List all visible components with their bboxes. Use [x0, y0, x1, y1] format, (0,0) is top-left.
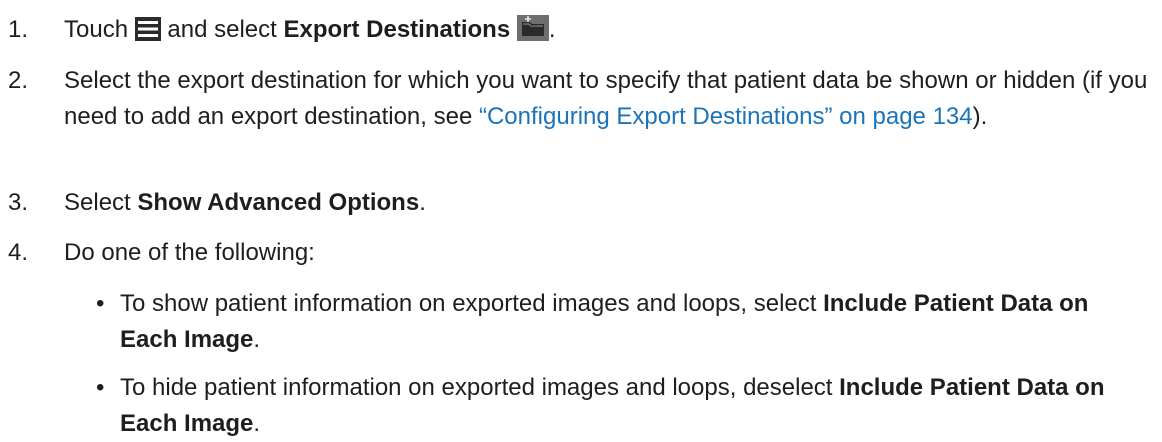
bullet-text: To hide patient information on exported …: [120, 374, 1105, 437]
step-number: 3.: [8, 189, 29, 216]
step-text: Touch and select Export Destinations .: [64, 12, 1149, 52]
bullet-text: To show patient information on exported …: [120, 290, 1089, 353]
bullet-symbol: •: [96, 374, 105, 401]
menu-icon: [134, 16, 161, 52]
step-number: 1.: [8, 16, 29, 43]
configuring-export-destinations-link[interactable]: “Configuring Export Destinations” on pag…: [479, 103, 973, 130]
bullet-symbol: •: [96, 290, 105, 317]
step-number: 2.: [8, 67, 29, 94]
step-number: 4.: [8, 239, 29, 266]
export-destinations-icon: [516, 15, 549, 52]
step-text: Do one of the following:: [64, 239, 315, 266]
step-text: Select Show Advanced Options.: [64, 189, 426, 216]
step-text: Select the export destination for which …: [64, 67, 1148, 130]
